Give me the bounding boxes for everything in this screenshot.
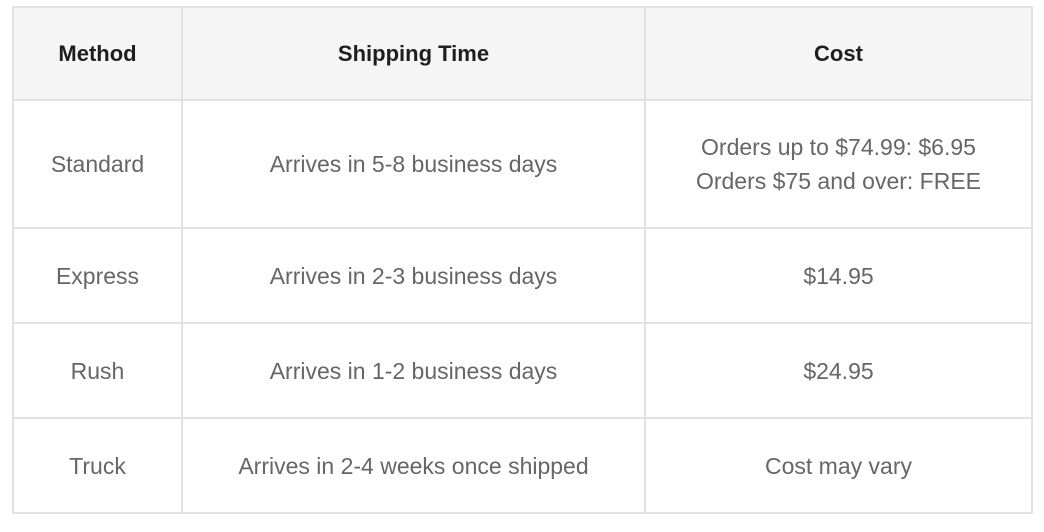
- method-cell: Rush: [12, 322, 183, 419]
- cost-line-free-threshold: Orders $75 and over: FREE: [695, 168, 982, 194]
- method-cell: Standard: [12, 99, 183, 229]
- cost-line-under-threshold: Orders up to $74.99: $6.95: [701, 134, 976, 160]
- shipping-time-cell: Arrives in 1-2 business days: [181, 322, 646, 419]
- method-cell: Truck: [12, 417, 183, 514]
- shipping-time-cell: Arrives in 2-3 business days: [181, 227, 646, 324]
- table-row-truck: Truck Arrives in 2-4 weeks once shipped …: [12, 417, 1033, 514]
- table-row-express: Express Arrives in 2-3 business days $14…: [12, 227, 1033, 324]
- cost-cell: $24.95: [644, 322, 1033, 419]
- shipping-time-cell: Arrives in 5-8 business days: [181, 99, 646, 229]
- header-shipping-time: Shipping Time: [181, 6, 646, 101]
- cost-cell: Orders up to $74.99: $6.95 Orders $75 an…: [644, 99, 1033, 229]
- header-cost: Cost: [644, 6, 1033, 101]
- table-row-rush: Rush Arrives in 1-2 business days $24.95: [12, 322, 1033, 419]
- cost-cell: $14.95: [644, 227, 1033, 324]
- table-row-standard: Standard Arrives in 5-8 business days Or…: [12, 99, 1033, 229]
- method-cell: Express: [12, 227, 183, 324]
- shipping-time-cell: Arrives in 2-4 weeks once shipped: [181, 417, 646, 514]
- shipping-methods-table: Method Shipping Time Cost Standard Arriv…: [12, 6, 1033, 514]
- table-header-row: Method Shipping Time Cost: [12, 6, 1033, 101]
- header-method: Method: [12, 6, 183, 101]
- cost-cell: Cost may vary: [644, 417, 1033, 514]
